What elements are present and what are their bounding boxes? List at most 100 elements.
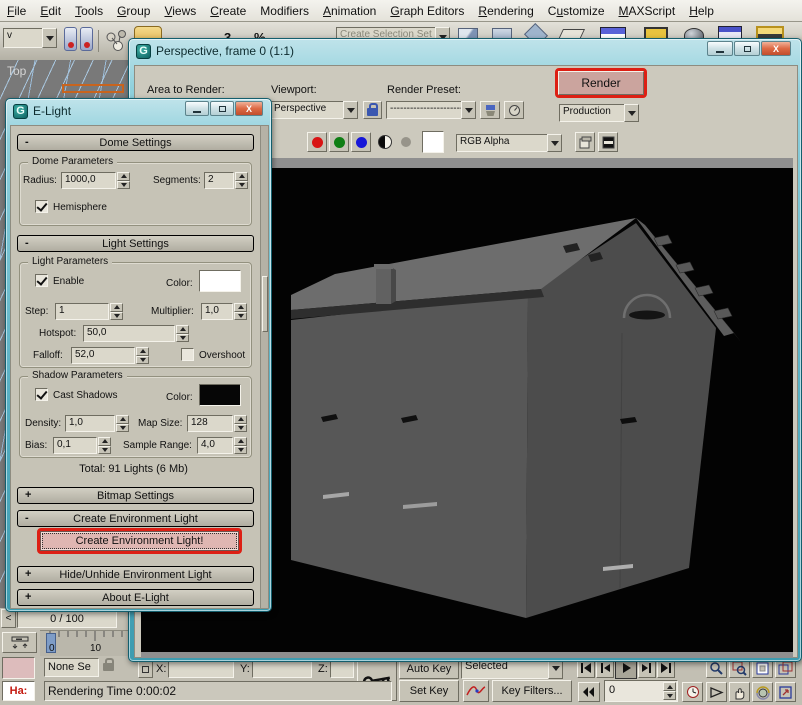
minimize-button[interactable] [707,41,733,56]
chevron-down-icon[interactable] [42,28,57,48]
alpha-channel-button[interactable] [401,137,411,147]
step-spinner[interactable] [110,303,123,320]
chevron-down-icon[interactable] [547,134,562,152]
maxscript-listener-pane[interactable]: Ha: [2,681,35,701]
overshoot-checkbox[interactable] [181,348,194,361]
z-field[interactable] [330,661,354,678]
step-field[interactable]: 1 [55,303,109,320]
lock-viewport-button[interactable] [363,101,382,119]
chevron-down-icon[interactable] [343,101,358,119]
rollout-create-environment-light[interactable]: - Create Environment Light [17,510,254,527]
density-spinner[interactable] [116,415,129,432]
shadow-color-swatch[interactable] [199,384,241,406]
field-of-view-button[interactable] [706,682,727,702]
render-setup-dialog-button[interactable] [504,101,524,119]
production-combo[interactable]: Production [559,104,639,122]
menu-item-rendering[interactable]: Rendering [471,4,540,18]
bias-field[interactable]: 0,1 [53,437,97,454]
arc-rotate-button[interactable] [752,682,773,702]
sample-range-spinner[interactable] [234,437,247,454]
minimize-button[interactable] [185,101,209,116]
menu-item-maxscript[interactable]: MAXScript [612,4,683,18]
select-and-link-icon[interactable] [64,27,77,51]
absolute-mode-toggle[interactable] [138,660,153,678]
map-size-field[interactable]: 128 [187,415,233,432]
chevron-down-icon[interactable] [624,104,639,122]
menu-item-help[interactable]: Help [682,4,721,18]
menu-item-modifiers[interactable]: Modifiers [253,4,316,18]
key-filters-button[interactable]: Key Filters... [492,680,572,702]
hotspot-field[interactable]: 50,0 [83,325,175,342]
menu-item-graph-editors[interactable]: Graph Editors [383,4,471,18]
maximize-viewport-button[interactable] [775,682,796,702]
radius-spinner[interactable] [117,172,130,189]
selection-lock-icon[interactable] [103,663,114,671]
hotspot-spinner[interactable] [176,325,189,342]
segments-spinner[interactable] [235,172,248,189]
multiplier-spinner[interactable] [234,303,247,320]
red-channel-button[interactable] [307,132,327,152]
current-frame-field[interactable]: 0 [604,680,678,702]
key-mode-toggle-button[interactable] [578,682,600,702]
clear-color-swatch[interactable] [422,131,444,153]
maximize-button[interactable] [734,41,760,56]
open-mini-curve-editor-button[interactable] [2,632,37,653]
clone-rendered-frame-button[interactable] [575,132,595,152]
menu-item-create[interactable]: Create [203,4,253,18]
x-field[interactable] [168,661,234,678]
rollout-about-elight[interactable]: + About E-Light [17,589,254,606]
track-bar[interactable]: 0 10 [40,630,128,656]
maximize-button[interactable] [210,101,234,116]
set-key-button[interactable]: Set Key [399,680,459,702]
menu-item-edit[interactable]: Edit [33,4,68,18]
rollout-hide-unhide-environment-light[interactable]: + Hide/Unhide Environment Light [17,566,254,583]
close-button[interactable]: X [235,101,263,116]
y-field[interactable] [252,661,312,678]
density-field[interactable]: 1,0 [65,415,115,432]
close-button[interactable]: X [761,41,791,56]
scrollbar-thumb[interactable] [262,276,268,332]
undo-dropdown[interactable]: v [3,28,57,48]
rollout-bitmap-settings[interactable]: + Bitmap Settings [17,487,254,504]
save-preset-button[interactable] [480,101,500,119]
sample-range-field[interactable]: 4,0 [197,437,233,454]
menu-item-views[interactable]: Views [157,4,203,18]
light-color-swatch[interactable] [199,270,241,292]
dialog-scrollbar[interactable] [260,126,268,609]
map-size-spinner[interactable] [234,415,247,432]
enable-checkbox[interactable] [35,274,48,287]
bind-to-space-warp-icon[interactable] [104,28,130,54]
radius-field[interactable]: 1000,0 [61,172,116,189]
macro-recorder-pane[interactable] [2,657,35,679]
time-configuration-button[interactable] [682,682,703,702]
falloff-field[interactable]: 52,0 [71,347,135,364]
unlink-selection-icon[interactable] [80,27,93,51]
create-environment-light-button[interactable]: Create Environment Light! [40,531,239,551]
blue-channel-button[interactable] [351,132,371,152]
cast-shadows-checkbox[interactable] [35,388,48,401]
render-button[interactable]: Render [558,71,644,95]
segments-field[interactable]: 2 [204,172,234,189]
hemisphere-checkbox[interactable] [35,200,48,213]
bias-spinner[interactable] [98,437,111,454]
menu-item-tools[interactable]: Tools [68,4,110,18]
viewport-combo[interactable]: Perspective [270,101,358,119]
rollout-dome-settings[interactable]: - Dome Settings [17,134,254,151]
rollout-light-settings[interactable]: - Light Settings [17,235,254,252]
falloff-spinner[interactable] [136,347,149,364]
monochrome-button[interactable] [378,135,392,149]
frame-spinner[interactable] [663,682,676,700]
green-channel-button[interactable] [329,132,349,152]
chevron-down-icon[interactable] [461,101,476,119]
multiplier-field[interactable]: 1,0 [201,303,233,320]
channel-display-combo[interactable]: RGB Alpha [456,134,562,152]
menu-item-customize[interactable]: Customize [541,4,612,18]
menu-item-group[interactable]: Group [110,4,157,18]
new-key-default-inout-button[interactable] [463,680,489,702]
pan-button[interactable] [729,682,750,702]
menu-item-animation[interactable]: Animation [316,4,383,18]
layer-compare-button[interactable] [598,132,618,152]
menu-item-file[interactable]: File [0,4,33,18]
render-preset-combo[interactable]: ------------------------ [386,101,476,119]
render-window-titlebar[interactable]: G Perspective, frame 0 (1:1) [129,39,801,63]
